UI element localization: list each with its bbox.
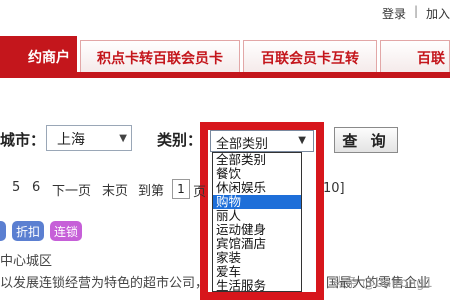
category-label: 类别： — [157, 131, 203, 149]
category-option-selected[interactable]: 购物 — [213, 195, 301, 209]
last-page-link[interactable]: 末页 — [102, 180, 128, 199]
tab-bar: 约商户 积点卡转百联会员卡 百联会员卡互转 百联 — [0, 36, 450, 78]
category-option[interactable]: 全部类别 — [213, 153, 301, 167]
chevron-down-icon: ▼ — [119, 133, 127, 144]
tab-points-to-member-card[interactable]: 积点卡转百联会员卡 — [80, 40, 240, 74]
discount-badge: 折扣 — [12, 221, 44, 241]
merchant-zone: 中心城区 — [0, 254, 53, 269]
chain-badge: 连锁 — [50, 221, 82, 241]
category-option[interactable]: 生活服务 — [213, 279, 301, 292]
top-links: 登录 | 加入 — [370, 0, 450, 26]
page-link[interactable]: 6 — [32, 180, 40, 195]
category-option[interactable]: 运动健身 — [213, 223, 301, 237]
tab-underline — [0, 72, 450, 78]
page-link[interactable]: 5 — [12, 180, 20, 195]
goto-page-label: 到第 — [138, 184, 165, 199]
category-option[interactable]: 餐饮 — [213, 167, 301, 181]
next-page-link[interactable]: 下一页 — [52, 180, 91, 199]
total-pages: 10] — [323, 181, 345, 196]
city-select[interactable]: 上海 ▼ — [46, 125, 132, 151]
tab-bailian[interactable]: 百联 — [380, 40, 450, 74]
category-option[interactable]: 家装 — [213, 251, 301, 265]
category-option[interactable]: 宾馆酒店 — [213, 237, 301, 251]
category-option[interactable]: 休闲娱乐 — [213, 181, 301, 195]
login-link[interactable]: 登录 — [382, 5, 406, 22]
category-dropdown-list: 全部类别 餐饮 休闲娱乐 购物 丽人 运动健身 宾馆酒店 家装 爱车 生活服务 — [212, 152, 302, 292]
link-separator: | — [414, 4, 419, 18]
query-button[interactable]: 查 询 — [334, 127, 398, 153]
category-option[interactable]: 爱车 — [213, 265, 301, 279]
tag-badge — [0, 221, 6, 241]
merchant-description: 以发展连锁经营为特色的超市公司， — [0, 276, 209, 291]
category-option[interactable]: 丽人 — [213, 209, 301, 223]
tab-member-card-transfer[interactable]: 百联会员卡互转 — [243, 40, 377, 74]
category-select[interactable]: 全部类别 ▼ — [210, 130, 314, 152]
page-number-input[interactable]: 1 — [172, 179, 190, 199]
city-label: 城市： — [0, 131, 46, 149]
chevron-down-icon: ▼ — [298, 135, 306, 146]
tab-merchants[interactable]: 约商户 — [0, 36, 77, 76]
join-link[interactable]: 加入 — [426, 5, 450, 22]
page-suffix: 页 — [193, 185, 207, 200]
city-select-value: 上海 — [57, 132, 85, 148]
watermark: 头条 @bairong1 — [332, 276, 433, 291]
category-select-value: 全部类别 — [216, 137, 269, 152]
